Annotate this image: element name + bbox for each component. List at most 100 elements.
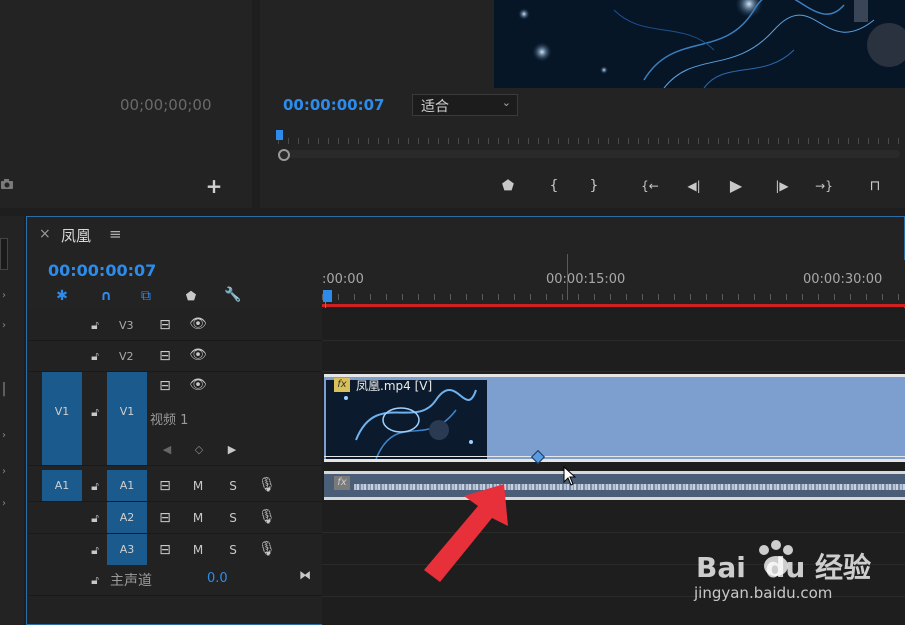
zoom-handle[interactable] <box>278 149 290 161</box>
watermark: Bai du 经验 jingyan.baidu.com <box>690 540 900 610</box>
sync-lock-icon[interactable]: ⊟ <box>156 478 174 494</box>
track-header-a3: 🔓︎ A3 ⊟ M S 🎙︎ <box>28 534 322 566</box>
work-area-bar[interactable] <box>322 304 905 307</box>
track-header-v1: V1 🔓︎ V1 ⊟ 👁︎ 视频 1 ◀ ◇ ▶ <box>28 372 322 466</box>
step-forward-icon[interactable]: |▶ <box>772 178 792 194</box>
eye-icon[interactable]: 👁︎ <box>189 316 207 332</box>
track-label: V2 <box>119 350 134 363</box>
prev-keyframe-icon[interactable]: ◀ <box>160 442 174 458</box>
track-divider <box>322 340 905 341</box>
track-header-a2: 🔓︎ A2 ⊟ M S 🎙︎ <box>28 502 322 534</box>
mouse-cursor <box>563 465 577 490</box>
wrench-icon[interactable]: 🔧 <box>224 287 242 303</box>
track-header-v3: 🔓︎ V3 ⊟ 👁︎ <box>28 309 322 341</box>
mute-button[interactable]: M <box>191 478 205 494</box>
track-header-v2: 🔓︎ V2 ⊟ 👁︎ <box>28 341 322 372</box>
timeline-timecode[interactable]: 00:00:00:07 <box>48 261 156 280</box>
zoom-scrollbar[interactable] <box>278 149 900 161</box>
nest-icon[interactable]: ✱ <box>53 288 71 304</box>
tool-icon[interactable]: | <box>0 381 8 397</box>
solo-button[interactable]: S <box>226 510 240 526</box>
add-marker-icon[interactable]: ⬟ <box>182 288 200 304</box>
eye-icon[interactable]: 👁︎ <box>189 347 207 363</box>
solo-button[interactable]: S <box>226 542 240 558</box>
annotation-arrow <box>410 478 520 592</box>
step-back-icon[interactable]: ◀| <box>684 178 704 194</box>
program-scrubber[interactable] <box>276 130 900 146</box>
master-track-label: 主声道 <box>110 573 152 589</box>
solo-button[interactable]: S <box>226 478 240 494</box>
lock-icon[interactable]: 🔓︎ <box>88 542 102 558</box>
paw-icon <box>754 540 798 584</box>
lock-icon[interactable]: 🔓︎ <box>88 510 102 526</box>
source-patch-a1[interactable]: A1 <box>42 470 82 501</box>
eye-icon[interactable]: 👁︎ <box>189 377 207 393</box>
fit-select[interactable]: 适合 ⌄ <box>412 94 518 116</box>
source-timecode[interactable]: 00;00;00;00 <box>120 96 212 114</box>
camera-icon[interactable] <box>0 178 14 194</box>
microphone-icon[interactable]: 🎙︎ <box>258 541 276 557</box>
track-target-v1[interactable]: V1 <box>107 372 147 465</box>
snap-magnet-icon[interactable]: ∩ <box>97 288 115 304</box>
program-timecode[interactable]: 00:00:00:07 <box>283 96 385 114</box>
ruler-label: 00:00:15:00 <box>546 272 626 287</box>
lock-icon[interactable]: 🔓︎ <box>88 348 102 364</box>
mute-button[interactable]: M <box>191 542 205 558</box>
source-patch-v1[interactable]: V1 <box>42 372 82 465</box>
time-ruler[interactable]: :00:00 00:00:15:00 00:00:30:00 <box>322 254 905 307</box>
panel-menu-icon[interactable]: ≡ <box>109 225 122 243</box>
tool-icon[interactable]: › <box>0 318 8 334</box>
lock-icon[interactable]: 🔓︎ <box>88 478 102 494</box>
tool-icon[interactable]: › <box>0 496 8 512</box>
go-to-in-icon[interactable]: {← <box>638 178 662 194</box>
add-keyframe-icon[interactable]: ◇ <box>192 442 206 458</box>
lock-icon[interactable]: 🔓︎ <box>88 317 102 333</box>
sync-lock-icon[interactable]: ⊟ <box>156 317 174 333</box>
mark-out-icon[interactable]: } <box>586 178 602 194</box>
collapse-icon[interactable]: ⧓ <box>296 567 314 583</box>
linked-selection-icon[interactable]: ⧉ <box>137 288 155 304</box>
mark-in-icon[interactable]: { <box>546 178 562 194</box>
tool-icon[interactable]: › <box>0 464 8 480</box>
tool-icon[interactable]: › <box>0 428 8 444</box>
tool-icon[interactable]: › <box>0 288 8 304</box>
chevron-down-icon: ⌄ <box>501 96 511 109</box>
track-label: V3 <box>119 319 134 332</box>
track-target-a1[interactable]: A1 <box>107 470 147 501</box>
microphone-icon[interactable]: 🎙︎ <box>258 477 276 493</box>
track-target-a3[interactable]: A3 <box>107 534 147 565</box>
track-divider <box>322 371 905 372</box>
microphone-icon[interactable]: 🎙︎ <box>258 509 276 525</box>
playhead-marker[interactable] <box>276 130 283 140</box>
sync-lock-icon[interactable]: ⊟ <box>156 378 174 394</box>
fit-select-value: 适合 <box>421 99 449 115</box>
go-to-out-icon[interactable]: →} <box>812 178 836 194</box>
sync-lock-icon[interactable]: ⊟ <box>156 510 174 526</box>
keyframe-marker[interactable] <box>530 449 546 465</box>
opacity-rubber-band[interactable] <box>324 456 905 457</box>
video-clip[interactable]: fx 凤凰.mp4 [V] <box>324 374 905 465</box>
mute-button[interactable]: M <box>191 510 205 526</box>
tools-panel: › › | › › › <box>0 216 24 625</box>
timeline-sequence-tab[interactable]: 凤凰 <box>61 225 91 246</box>
master-volume-value[interactable]: 0.0 <box>207 571 228 586</box>
plus-icon[interactable]: + <box>205 176 223 196</box>
fx-badge[interactable]: fx <box>334 476 350 490</box>
play-icon[interactable]: ▶ <box>728 178 744 194</box>
ruler-label: 00:00:30:00 <box>803 272 883 287</box>
track-name: 视频 1 <box>150 413 189 428</box>
tool-selection[interactable] <box>0 238 8 270</box>
add-marker-icon[interactable]: ⬟ <box>500 178 516 194</box>
next-keyframe-icon[interactable]: ▶ <box>225 442 239 458</box>
track-target-a2[interactable]: A2 <box>107 502 147 533</box>
lift-icon[interactable]: ⊓ <box>864 178 886 194</box>
timeline-close-icon[interactable]: × <box>39 226 51 242</box>
program-monitor-panel: 00:00:00:07 适合 ⌄ ⬟ { } {← ◀| ▶ |▶ →} ⊓ <box>260 0 905 208</box>
lock-icon[interactable]: 🔓︎ <box>88 404 102 420</box>
sync-lock-icon[interactable]: ⊟ <box>156 348 174 364</box>
sync-lock-icon[interactable]: ⊟ <box>156 542 174 558</box>
track-header-bottom <box>28 596 322 624</box>
lock-icon[interactable]: 🔓︎ <box>88 572 102 588</box>
fx-badge[interactable]: fx <box>334 378 350 392</box>
clip-name: 凤凰.mp4 [V] <box>356 379 433 393</box>
